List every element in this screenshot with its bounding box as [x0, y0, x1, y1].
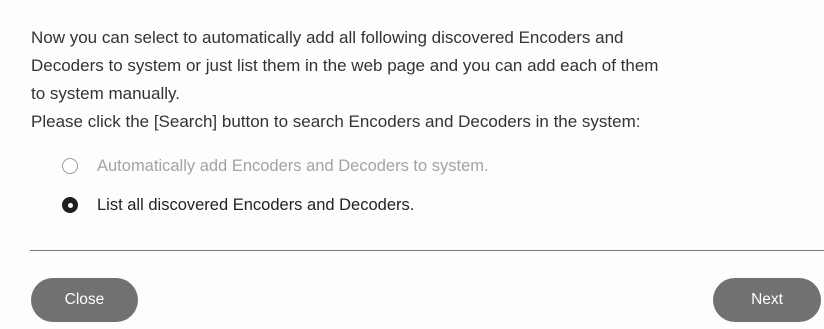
radio-unchecked-icon[interactable]	[62, 158, 78, 174]
option-auto-add[interactable]: Automatically add Encoders and Decoders …	[62, 150, 489, 182]
close-button[interactable]: Close	[31, 278, 138, 322]
instruction-line-3: to system manually.	[31, 84, 180, 103]
next-button-label: Next	[751, 291, 783, 308]
footer-divider	[30, 250, 824, 251]
radio-checked-icon[interactable]	[62, 197, 78, 213]
option-list-all-label: List all discovered Encoders and Decoder…	[97, 195, 415, 214]
instruction-line-2: Decoders to system or just list them in …	[31, 56, 659, 75]
instruction-line-4: Please click the [Search] button to sear…	[31, 112, 641, 131]
option-auto-add-label: Automatically add Encoders and Decoders …	[97, 156, 489, 175]
instruction-text: Now you can select to automatically add …	[31, 24, 821, 136]
option-list-all[interactable]: List all discovered Encoders and Decoder…	[62, 189, 489, 221]
discovery-dialog: Now you can select to automatically add …	[0, 0, 824, 329]
next-button[interactable]: Next	[713, 278, 821, 322]
discovery-mode-options: Automatically add Encoders and Decoders …	[62, 150, 489, 228]
close-button-label: Close	[64, 291, 105, 308]
instruction-line-1: Now you can select to automatically add …	[31, 28, 624, 47]
